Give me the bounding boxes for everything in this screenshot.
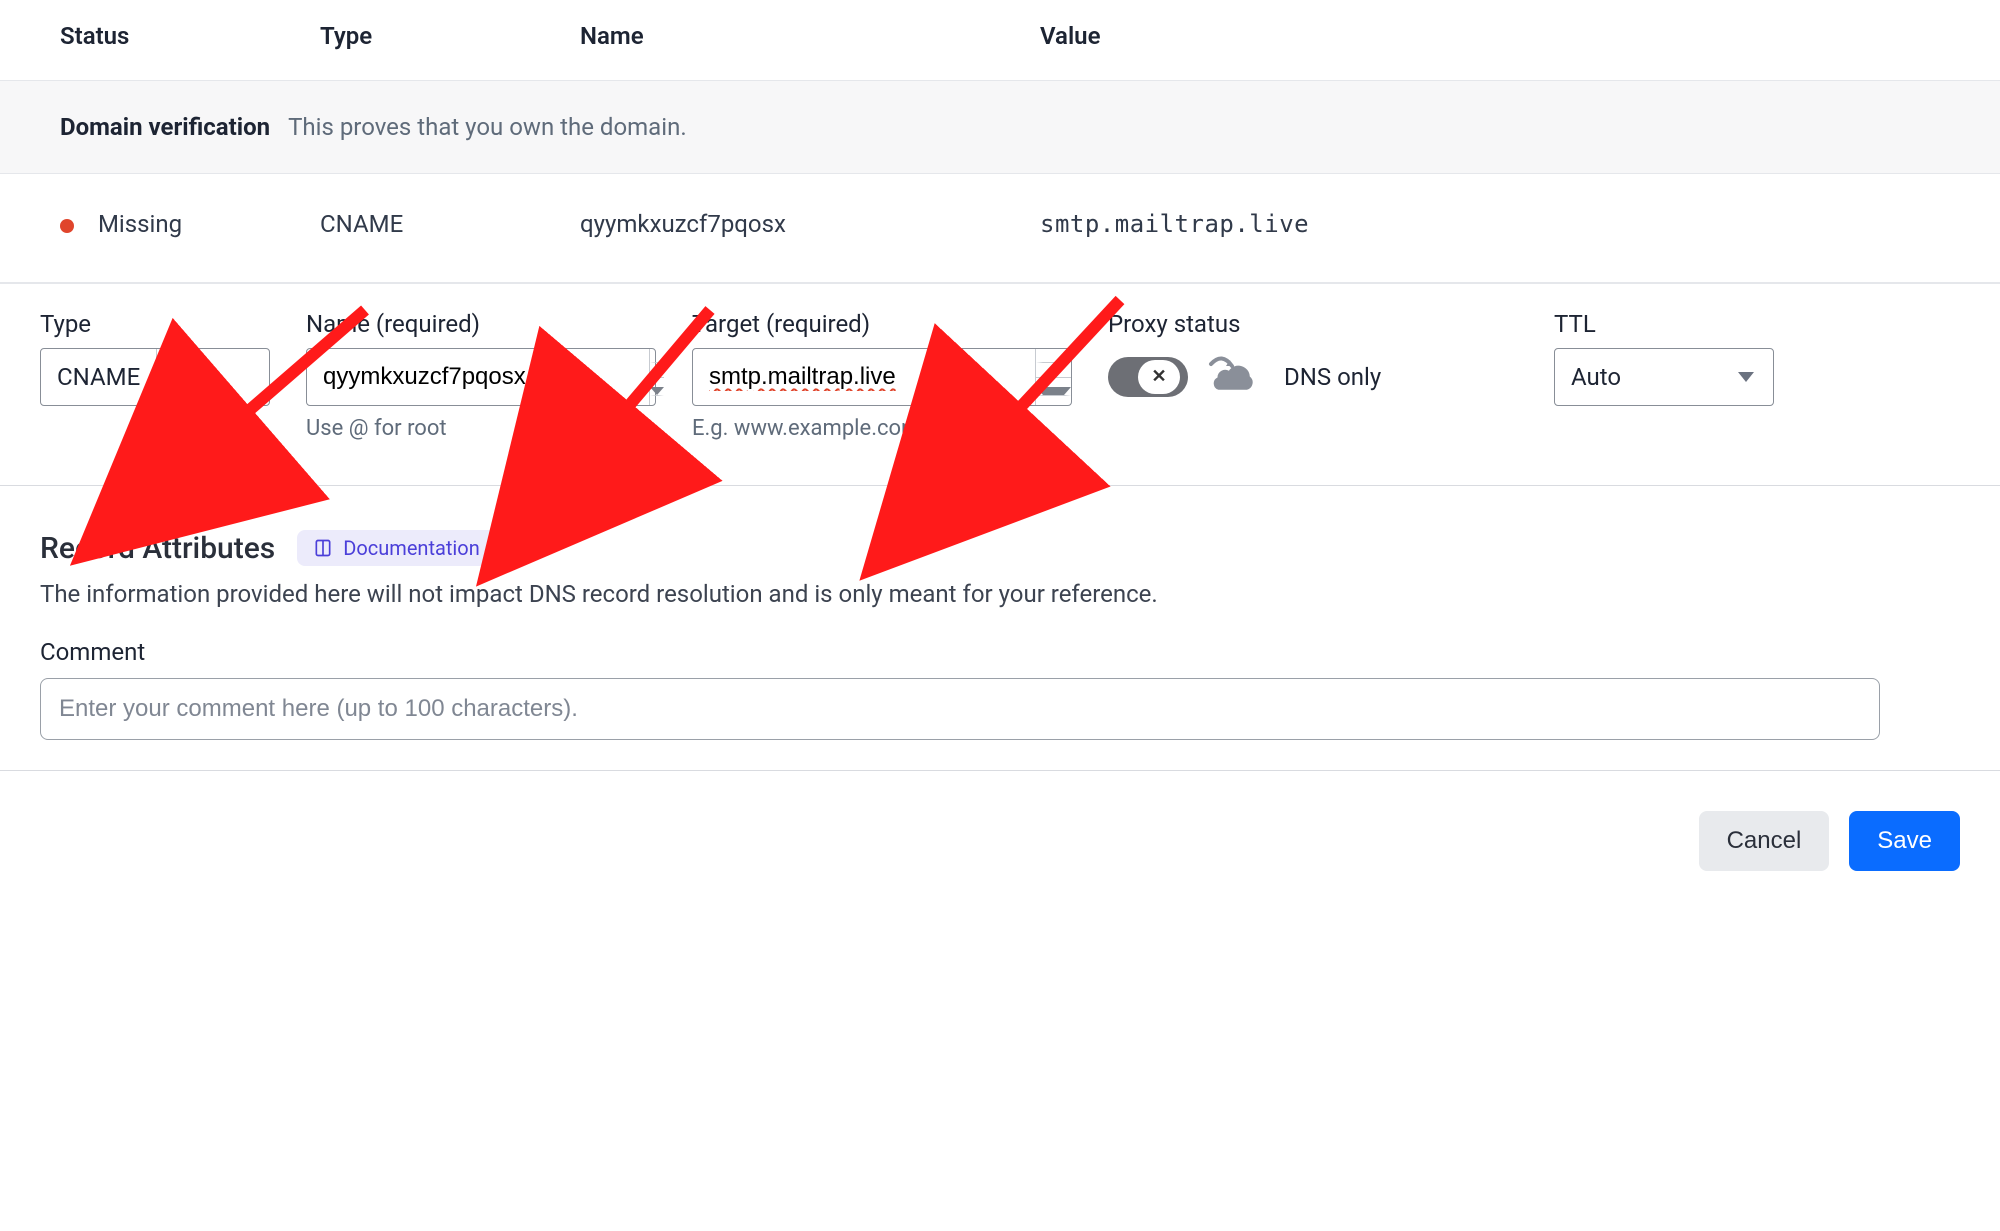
cell-type: CNAME <box>320 210 580 238</box>
section-domain-verification: Domain verification This proves that you… <box>0 80 2000 174</box>
status-text: Missing <box>98 210 182 238</box>
field-ttl: TTL Auto <box>1554 310 1774 406</box>
book-icon <box>313 538 333 558</box>
name-hint: Use @ for root <box>306 416 656 441</box>
label-ttl: TTL <box>1554 310 1774 338</box>
documentation-label: Documentation <box>343 536 480 560</box>
chevron-down-icon <box>1036 378 1071 406</box>
chevron-up-icon <box>650 349 664 378</box>
label-name: Name (required) <box>306 310 656 338</box>
cancel-button[interactable]: Cancel <box>1699 811 1830 871</box>
table-row: Missing CNAME qyymkxuzcf7pqosx smtp.mail… <box>0 174 2000 283</box>
comment-label: Comment <box>40 638 1960 666</box>
toggle-knob: ✕ <box>1138 360 1180 394</box>
col-header-type: Type <box>320 22 580 50</box>
label-type: Type <box>40 310 270 338</box>
field-type: Type CNAME <box>40 310 270 406</box>
cell-value: smtp.mailtrap.live <box>1040 210 1940 238</box>
source-table-header: Status Type Name Value <box>0 0 2000 80</box>
attributes-description: The information provided here will not i… <box>40 580 1960 608</box>
field-target: Target (required) E.g. www.example.com <box>692 310 1072 441</box>
field-name: Name (required) Use @ for root <box>306 310 656 441</box>
source-table: Status Type Name Value Domain verificati… <box>0 0 2000 284</box>
chevron-down-icon <box>1719 349 1773 405</box>
chevron-up-icon <box>1036 349 1071 378</box>
save-button[interactable]: Save <box>1849 811 1960 871</box>
status-dot-icon <box>60 219 74 233</box>
form-footer: Cancel Save <box>0 771 2000 931</box>
target-input-wrap <box>692 348 1072 406</box>
target-hint: E.g. www.example.com <box>692 416 1072 441</box>
type-select-value: CNAME <box>41 349 156 405</box>
attributes-heading: Record Attributes <box>40 531 275 566</box>
cloud-off-icon <box>1208 354 1264 400</box>
field-proxy: Proxy status ✕ DNS only <box>1108 310 1518 406</box>
label-target: Target (required) <box>692 310 1072 338</box>
ttl-select-value: Auto <box>1555 349 1719 405</box>
type-select[interactable]: CNAME <box>40 348 270 406</box>
ttl-select[interactable]: Auto <box>1554 348 1774 406</box>
col-header-name: Name <box>580 22 1040 50</box>
label-proxy: Proxy status <box>1108 310 1518 338</box>
record-attributes: Record Attributes Documentation The info… <box>0 486 2000 771</box>
cell-name: qyymkxuzcf7pqosx <box>580 210 1040 238</box>
section-subtitle: This proves that you own the domain. <box>288 113 687 141</box>
col-header-value: Value <box>1040 22 1940 50</box>
proxy-state-text: DNS only <box>1284 363 1381 391</box>
name-stepper[interactable] <box>649 349 664 405</box>
dns-form: Type CNAME Name (required) Use @ for roo… <box>0 284 2000 486</box>
section-title: Domain verification <box>60 113 270 141</box>
name-input-wrap <box>306 348 656 406</box>
page-root: Status Type Name Value Domain verificati… <box>0 0 2000 931</box>
documentation-link[interactable]: Documentation <box>297 530 496 566</box>
comment-input[interactable] <box>40 678 1880 740</box>
name-input[interactable] <box>307 349 649 405</box>
x-icon: ✕ <box>1151 368 1166 386</box>
chevron-down-icon <box>156 349 210 405</box>
target-stepper[interactable] <box>1035 349 1071 405</box>
col-header-status: Status <box>60 22 320 50</box>
target-input[interactable] <box>693 349 1035 405</box>
chevron-down-icon <box>650 378 664 406</box>
cell-status: Missing <box>60 210 320 238</box>
proxy-toggle[interactable]: ✕ <box>1108 357 1188 397</box>
